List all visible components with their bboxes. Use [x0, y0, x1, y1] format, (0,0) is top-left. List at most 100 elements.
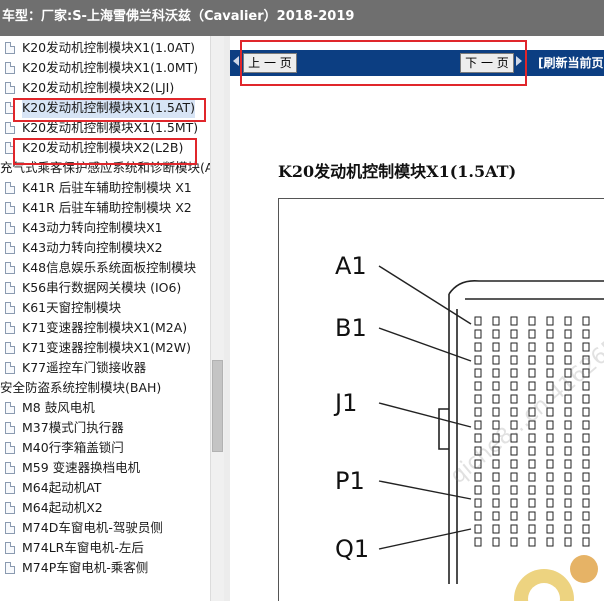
tree-item[interactable]: K20发动机控制模块X2(LJI) [0, 78, 210, 98]
tree-item-label: M64起动机X2 [22, 500, 103, 515]
pin-cavity [564, 407, 572, 417]
document-icon [5, 222, 15, 234]
document-icon [5, 422, 15, 434]
tree-item-label: M74P车窗电机-乘客侧 [22, 560, 149, 575]
tree-item[interactable]: K48信息娱乐系统面板控制模块 [0, 258, 210, 278]
pin-cavity [582, 394, 590, 404]
pin-cavity [474, 524, 482, 534]
pin-label: J1 [333, 389, 357, 417]
tree-folder[interactable]: 安全防盗系统控制模块(BAH) [0, 378, 210, 398]
tree-item-label: M64起动机AT [22, 480, 102, 495]
tree-item-label: K48信息娱乐系统面板控制模块 [22, 260, 197, 275]
document-icon [5, 262, 15, 274]
pin-cavity [492, 381, 500, 391]
pin-label: P1 [335, 467, 365, 495]
tree-item-label: K41R 后驻车辅助控制模块 X2 [22, 200, 192, 215]
document-icon [5, 342, 15, 354]
tree-item-label: M59 变速器换档电机 [22, 460, 141, 475]
pin-cavity [582, 485, 590, 495]
pin-cavity [564, 433, 572, 443]
document-icon [5, 322, 15, 334]
tree-item-label: M74LR车窗电机-左后 [22, 540, 144, 555]
tree-item[interactable]: K77遥控车门锁接收器 [0, 358, 210, 378]
document-icon [5, 502, 15, 514]
pin-cavity [510, 329, 518, 339]
refresh-page-link[interactable]: [刷新当前页 [538, 53, 604, 73]
window-title: 车型：厂家:S-上海雪佛兰科沃兹（Cavalier）2018-2019 [0, 0, 604, 36]
tree-item-label: M40行李箱盖锁闩 [22, 440, 124, 455]
pin-cavity [564, 355, 572, 365]
tree-item-label: K41R 后驻车辅助控制模块 X1 [22, 180, 192, 195]
document-icon [5, 462, 15, 474]
pin-cavity [546, 368, 554, 378]
tree-item-label: K20发动机控制模块X1(1.0MT) [22, 60, 199, 75]
pin-cavity [528, 316, 536, 326]
document-icon [5, 282, 15, 294]
pin-cavity [582, 459, 590, 469]
pin-cavity [528, 433, 536, 443]
pin-cavity [564, 342, 572, 352]
pin-cavity [510, 537, 518, 547]
highlight-box-l2b [13, 138, 197, 165]
tree-item-label: K43动力转向控制模块X1 [22, 220, 163, 235]
leader-line [378, 265, 472, 325]
pin-cavity [528, 459, 536, 469]
pin-cavity [582, 433, 590, 443]
tree-item[interactable]: K71变速器控制模块X1(M2W) [0, 338, 210, 358]
tree-item[interactable]: K71变速器控制模块X1(M2A) [0, 318, 210, 338]
pin-cavity [474, 420, 482, 430]
tree-item[interactable]: M59 变速器换档电机 [0, 458, 210, 478]
tree-item[interactable]: K20发动机控制模块X1(1.0MT) [0, 58, 210, 78]
document-viewer: 上 一 页 下 一 页 [刷新当前页 K20发动机控制模块X1(1.5AT) A… [230, 36, 604, 601]
prev-arrow-icon[interactable] [233, 56, 239, 66]
tree-scrollbar[interactable] [210, 36, 224, 601]
tree-item[interactable]: M8 鼓风电机 [0, 398, 210, 418]
pin-cavity [474, 394, 482, 404]
pin-cavity [564, 485, 572, 495]
pin-cavity [546, 446, 554, 456]
pin-cavity [582, 524, 590, 534]
pin-cavity [492, 524, 500, 534]
pin-cavity [492, 368, 500, 378]
pin-cavity [528, 342, 536, 352]
tree-item[interactable]: M74D车窗电机-驾驶员侧 [0, 518, 210, 538]
document-icon [5, 182, 15, 194]
tree-scrollbar-thumb[interactable] [212, 360, 223, 452]
tree-item[interactable]: K20发动机控制模块X1(1.0AT) [0, 38, 210, 58]
pin-cavity [528, 355, 536, 365]
tree-item[interactable]: M64起动机AT [0, 478, 210, 498]
pin-cavity [564, 316, 572, 326]
pin-cavity [492, 394, 500, 404]
tree-item[interactable]: K41R 后驻车辅助控制模块 X2 [0, 198, 210, 218]
tree-item-label: K43动力转向控制模块X2 [22, 240, 163, 255]
tree-item-label: K77遥控车门锁接收器 [22, 360, 147, 375]
tree-item-label: M74D车窗电机-驾驶员侧 [22, 520, 163, 535]
tree-item[interactable]: K43动力转向控制模块X1 [0, 218, 210, 238]
pin-cavity [564, 420, 572, 430]
tree-item[interactable]: M74P车窗电机-乘客侧 [0, 558, 210, 578]
pin-cavity [510, 394, 518, 404]
pin-cavity [564, 329, 572, 339]
pin-cavity [510, 316, 518, 326]
pin-cavity [492, 342, 500, 352]
tree-item-label: K20发动机控制模块X2(LJI) [22, 80, 175, 95]
tree-item[interactable]: M37模式门执行器 [0, 418, 210, 438]
pin-cavity [546, 329, 554, 339]
watermark-seal [514, 555, 598, 601]
pin-cavity [528, 368, 536, 378]
tree-item[interactable]: K56串行数据网关模块 (IO6) [0, 278, 210, 298]
tree-item[interactable]: K41R 后驻车辅助控制模块 X1 [0, 178, 210, 198]
pin-cavity [474, 407, 482, 417]
tree-item[interactable]: K61天窗控制模块 [0, 298, 210, 318]
tree-item-label: K71变速器控制模块X1(M2A) [22, 320, 188, 335]
pin-cavity [546, 472, 554, 482]
pin-cavity [492, 329, 500, 339]
pin-cavity [510, 485, 518, 495]
tree-item[interactable]: M74LR车窗电机-左后 [0, 538, 210, 558]
tree-item[interactable]: K43动力转向控制模块X2 [0, 238, 210, 258]
document-icon [5, 482, 15, 494]
tree-item[interactable]: M40行李箱盖锁闩 [0, 438, 210, 458]
pin-cavity [474, 342, 482, 352]
pin-cavity [546, 498, 554, 508]
tree-item[interactable]: M64起动机X2 [0, 498, 210, 518]
